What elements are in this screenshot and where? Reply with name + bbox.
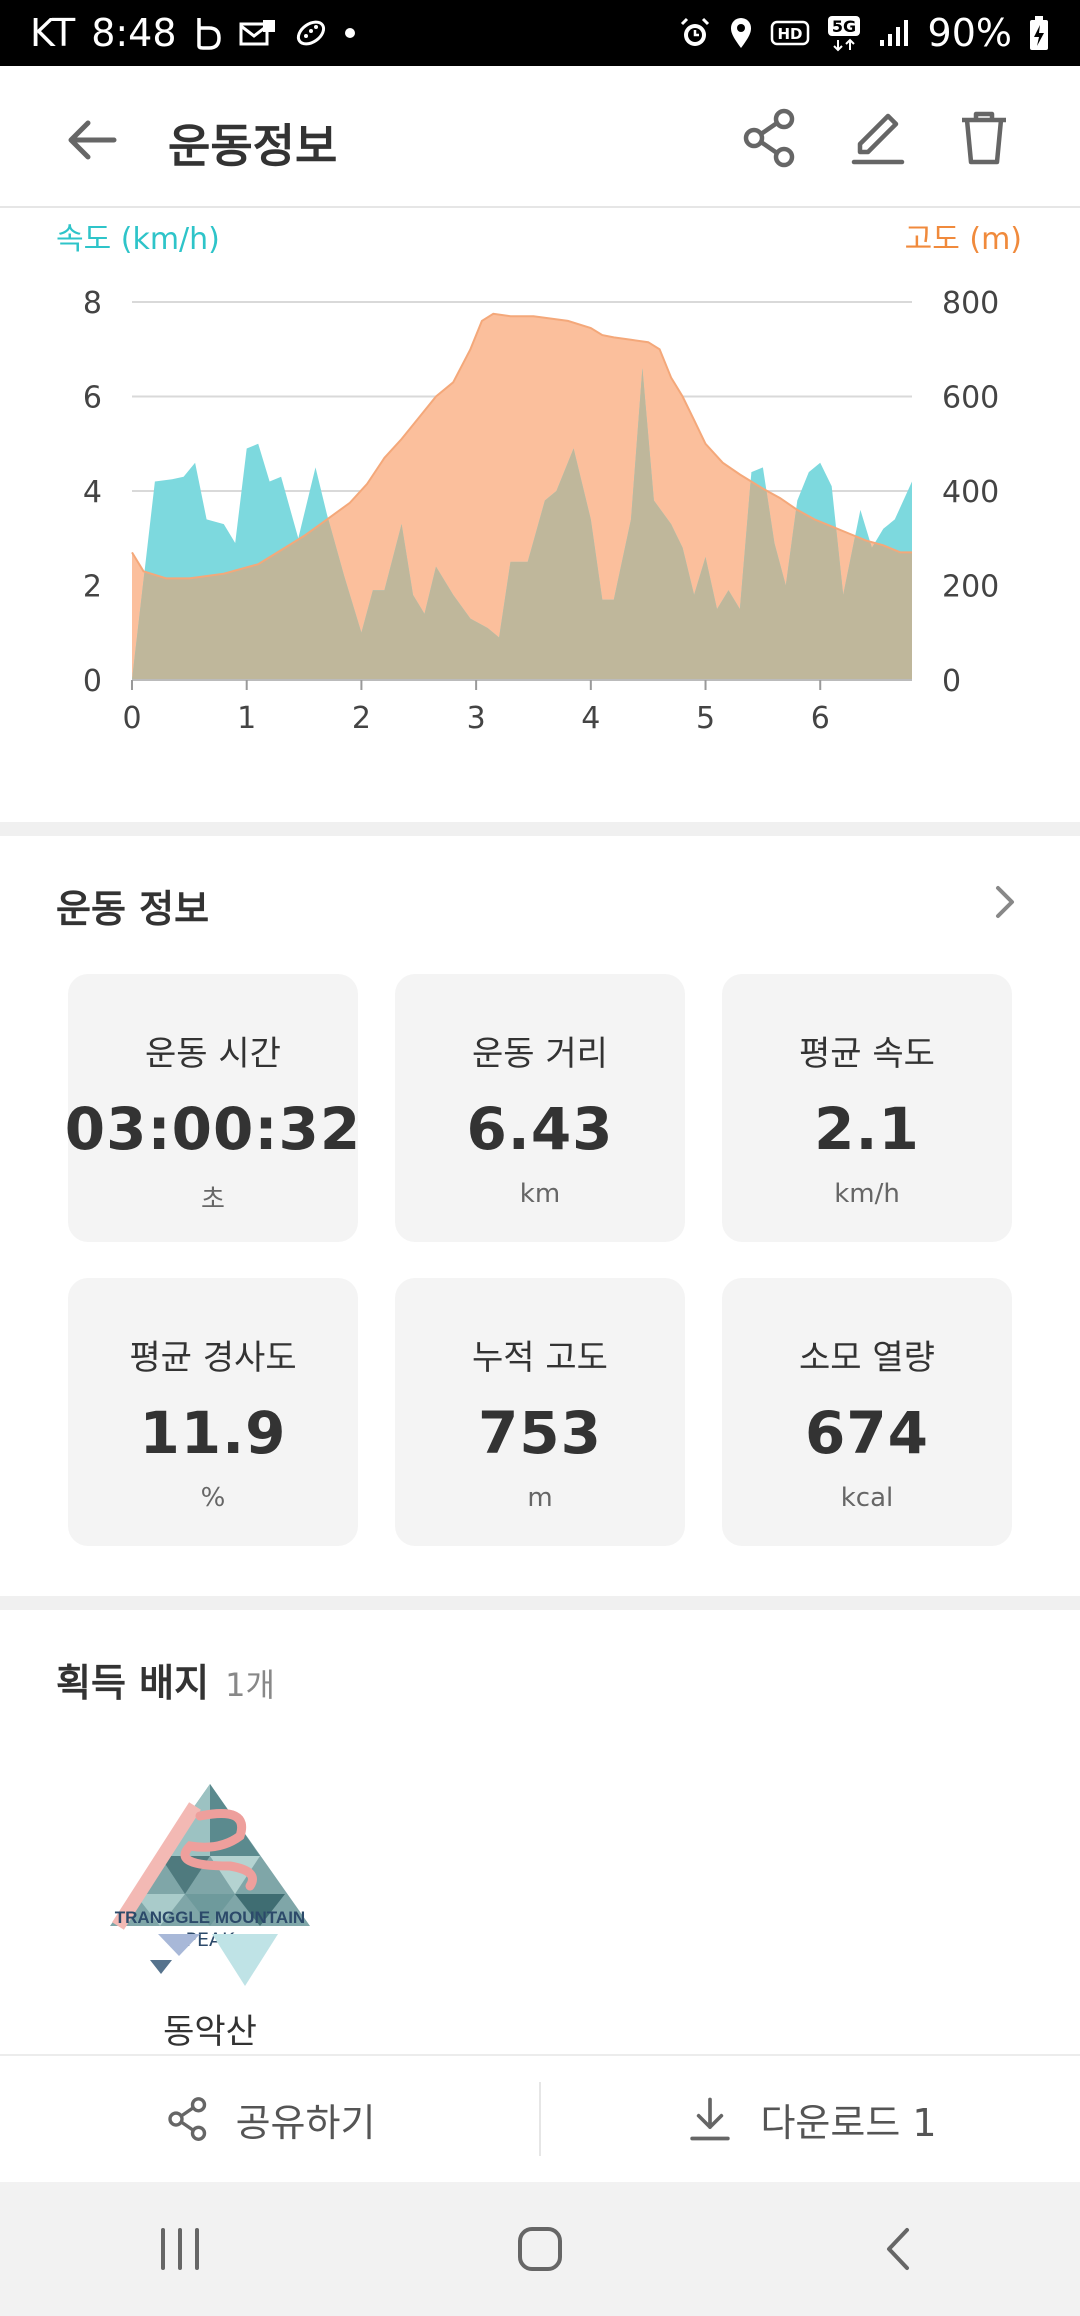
- stat-label: 소모 열량: [799, 1338, 935, 1378]
- stat-unit: km: [519, 1179, 561, 1209]
- workout-info-more-button[interactable]: [984, 882, 1024, 922]
- x-tick-label: 4: [581, 701, 600, 736]
- x-tick-label: 5: [696, 701, 715, 736]
- recent-apps-button[interactable]: [140, 2209, 220, 2289]
- stat-card-distance: 운동 거리 6.43 km: [395, 974, 685, 1242]
- clock: 8:48: [91, 11, 177, 55]
- back-button[interactable]: [60, 108, 124, 172]
- status-bar: KT 8:48 HD 5G 90%: [0, 0, 1080, 66]
- system-navigation-bar: [0, 2182, 1080, 2316]
- carrier-label: KT: [30, 11, 76, 55]
- right-tick-label: 400: [942, 475, 999, 510]
- stat-label: 누적 고도: [472, 1338, 608, 1378]
- stat-unit: 초: [201, 1185, 225, 1215]
- section-divider: [0, 1596, 1080, 1610]
- battery-percent: 90%: [927, 11, 1012, 55]
- badge-count: 1개: [225, 1666, 275, 1704]
- home-button[interactable]: [500, 2209, 580, 2289]
- stat-value: 03:00:32: [64, 1095, 362, 1163]
- stat-unit: kcal: [840, 1483, 894, 1513]
- app-bar: 운동정보: [0, 66, 1080, 208]
- badge-item[interactable]: TRANGGLE MOUNTAIN PEAK: [100, 1776, 320, 1996]
- hiking-app-icon: [293, 16, 329, 50]
- hd-voice-icon: HD: [770, 18, 810, 48]
- trash-icon: [962, 111, 1006, 165]
- x-tick-label: 3: [467, 701, 486, 736]
- page-title: 운동정보: [168, 119, 338, 173]
- battery-charging-icon: [1028, 15, 1050, 51]
- stat-card-avg-slope: 평균 경사도 11.9 %: [68, 1278, 358, 1546]
- left-tick-label: 0: [83, 664, 102, 699]
- badge-name: 동악산: [163, 2012, 257, 2052]
- more-notifications-dot: [344, 28, 355, 38]
- speed-elevation-chart: 속도 (km/h) 고도 (m) 0 2 4 6 8 0 200 400 600 800 0 1 2 3 4…: [0, 208, 1080, 820]
- right-tick-label: 0: [942, 664, 961, 699]
- stat-value: 753: [477, 1399, 603, 1467]
- alarm-icon: [678, 16, 712, 50]
- edit-button[interactable]: [846, 106, 910, 170]
- badge-logo-line1: TRANGGLE MOUNTAIN: [115, 1908, 305, 1927]
- right-tick-label: 600: [942, 381, 999, 416]
- stat-value: 674: [804, 1399, 930, 1467]
- share-action-label: 공유하기: [235, 2100, 376, 2145]
- stat-unit: m: [527, 1483, 553, 1513]
- stat-unit: km/h: [834, 1179, 900, 1209]
- left-tick-label: 8: [83, 286, 102, 321]
- stat-value: 2.1: [814, 1095, 920, 1163]
- stat-label: 운동 거리: [472, 1034, 608, 1074]
- badges-title-label: 획득 배지: [56, 1661, 210, 1705]
- arrow-left-icon: [68, 120, 117, 160]
- system-back-button[interactable]: [860, 2209, 940, 2289]
- delete-button[interactable]: [952, 106, 1016, 170]
- mail-notification-icon: [239, 18, 277, 48]
- stat-label: 평균 속도: [799, 1034, 935, 1074]
- home-icon: [518, 2227, 562, 2271]
- share-icon: [743, 108, 795, 168]
- left-tick-label: 6: [83, 381, 102, 416]
- right-tick-label: 200: [942, 570, 999, 605]
- app-b-icon: [193, 16, 223, 50]
- chart-svg: 0 2 4 6 8 0 200 400 600 800 0 1 2 3 4 5 6: [83, 286, 999, 736]
- recent-apps-icon: [161, 2228, 199, 2270]
- download-icon: [690, 2097, 731, 2141]
- x-tick-label: 1: [237, 701, 256, 736]
- chevron-right-icon: [996, 886, 1014, 918]
- badges-title: 획득 배지 1개: [56, 1652, 275, 1707]
- bottom-action-bar: 공유하기 다운로드 1: [0, 2054, 1080, 2182]
- stat-card-calories: 소모 열량 674 kcal: [722, 1278, 1012, 1546]
- signal-icon: [878, 18, 912, 48]
- stat-card-avg-speed: 평균 속도 2.1 km/h: [722, 974, 1012, 1242]
- left-tick-label: 2: [83, 570, 102, 605]
- stat-value: 6.43: [466, 1095, 614, 1163]
- section-divider: [0, 822, 1080, 836]
- workout-info-title: 운동 정보: [56, 887, 210, 931]
- download-action-button[interactable]: 다운로드 1: [541, 2056, 1080, 2182]
- location-icon: [728, 16, 754, 50]
- trangle-mountain-badge-icon: TRANGGLE MOUNTAIN PEAK: [110, 1784, 310, 1986]
- stat-unit: %: [200, 1483, 226, 1513]
- share-action-button[interactable]: 공유하기: [0, 2056, 539, 2182]
- svg-text:5G: 5G: [831, 17, 855, 36]
- stat-label: 운동 시간: [145, 1034, 281, 1074]
- back-chevron-icon: [887, 2228, 909, 2270]
- share-button[interactable]: [738, 106, 802, 170]
- right-tick-label: 800: [942, 286, 999, 321]
- pencil-icon: [851, 113, 905, 165]
- x-tick-label: 6: [811, 701, 830, 736]
- stat-value: 11.9: [139, 1399, 287, 1467]
- stat-label: 평균 경사도: [129, 1338, 297, 1378]
- share-icon: [167, 2097, 206, 2141]
- left-tick-label: 4: [83, 475, 102, 510]
- x-tick-label: 2: [352, 701, 371, 736]
- 5g-icon: 5G: [826, 14, 862, 52]
- x-tick-label: 0: [122, 701, 141, 736]
- download-action-label: 다운로드 1: [760, 2100, 937, 2145]
- svg-text:HD: HD: [777, 25, 802, 43]
- stat-card-total-ascent: 누적 고도 753 m: [395, 1278, 685, 1546]
- stat-card-duration: 운동 시간 03:00:32 초: [65, 974, 360, 1242]
